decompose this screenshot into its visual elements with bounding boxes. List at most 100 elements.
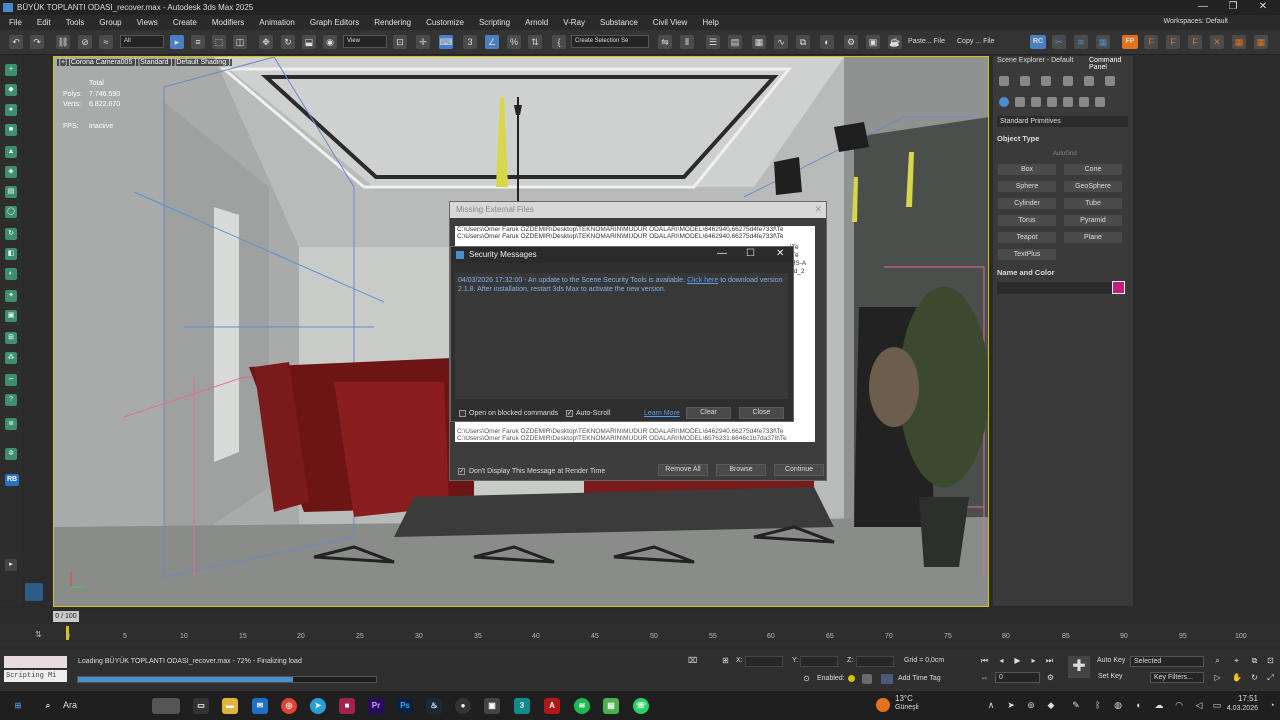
help-icon[interactable]: ?: [5, 394, 17, 406]
space-warp-icon[interactable]: ◈: [5, 166, 17, 178]
menu-substance[interactable]: Substance: [600, 18, 638, 27]
menu-create[interactable]: Create: [173, 18, 197, 27]
previous-frame-icon[interactable]: ◂: [997, 656, 1006, 665]
menu-scripting[interactable]: Scripting: [479, 18, 510, 27]
battery-icon[interactable]: ▭: [1211, 699, 1223, 711]
photoshop-icon[interactable]: Ps: [397, 698, 413, 714]
menu-file[interactable]: File: [9, 18, 22, 27]
weather-desc[interactable]: Güneşli: [895, 704, 919, 711]
github-icon[interactable]: ●: [455, 698, 471, 714]
systems-icon[interactable]: ▤: [5, 186, 17, 198]
missing-path-row[interactable]: C:\Users\Ömer Faruk ÖZDEMİR\Desktop\TEKN…: [455, 233, 815, 240]
selection-lock-icon[interactable]: ⊞: [721, 656, 730, 665]
motion-icon[interactable]: ↻: [5, 228, 17, 240]
premiere-icon[interactable]: Pr: [368, 698, 384, 714]
menu-arnold[interactable]: Arnold: [525, 18, 548, 27]
menu-graph-editors[interactable]: Graph Editors: [310, 18, 359, 27]
scatter-icon[interactable]: ⁂: [5, 352, 17, 364]
enabled-mode-icon[interactable]: [862, 674, 872, 684]
tray-chat-icon[interactable]: ◐: [1133, 699, 1145, 711]
current-frame-field[interactable]: 0: [995, 672, 1040, 683]
wifi-icon[interactable]: ◠: [1173, 699, 1185, 711]
move-icon[interactable]: ✥: [259, 35, 273, 49]
rb-button[interactable]: RB: [5, 474, 19, 486]
open-blocked-checkbox[interactable]: [459, 410, 466, 417]
bind-space-warp-icon[interactable]: ≈: [99, 35, 113, 49]
auto-key-button[interactable]: Auto Key: [1097, 657, 1125, 664]
tab-scene-explorer[interactable]: Scene Explorer - Default: [997, 57, 1073, 68]
file-explorer-icon[interactable]: ▬: [222, 698, 238, 714]
menu-modifiers[interactable]: Modifiers: [212, 18, 244, 27]
menu-vray[interactable]: V-Ray: [563, 18, 585, 27]
enabled-toggle[interactable]: [848, 675, 855, 682]
primitives-dropdown[interactable]: Standard Primitives: [997, 116, 1128, 127]
utilities-tab-icon[interactable]: [1105, 76, 1115, 86]
expand-arrow-icon[interactable]: ▸: [5, 559, 17, 571]
auto-scroll-checkbox[interactable]: ✓: [566, 410, 573, 417]
time-config-icon[interactable]: ⚙: [1046, 673, 1055, 682]
modify-tab-icon[interactable]: [1020, 76, 1030, 86]
align-icon[interactable]: ⫴: [680, 35, 694, 49]
autocad-icon[interactable]: A: [544, 698, 560, 714]
fov-icon[interactable]: ▷: [1213, 673, 1222, 682]
camera-icon[interactable]: ■: [5, 124, 17, 136]
search-label[interactable]: Ara: [63, 700, 77, 710]
menu-help[interactable]: Help: [702, 18, 718, 27]
task-view-icon[interactable]: ▭: [193, 698, 209, 714]
remove-all-button[interactable]: Remove All: [658, 464, 708, 476]
more-tools-icon[interactable]: ▦: [1254, 35, 1268, 49]
tab-command-panel[interactable]: Command Panel: [1089, 57, 1133, 71]
lights-icon[interactable]: [1031, 97, 1041, 107]
rc-button[interactable]: RC: [1030, 35, 1046, 49]
layers-icon[interactable]: ≣: [5, 418, 17, 430]
box-button[interactable]: Box: [997, 163, 1057, 176]
volume-icon[interactable]: ◁: [1193, 699, 1205, 711]
layer-explorer-icon[interactable]: ▤: [728, 35, 742, 49]
menu-rendering[interactable]: Rendering: [374, 18, 411, 27]
mirror-icon[interactable]: ⇋: [658, 35, 672, 49]
missing-path-row[interactable]: C:\Users\Ömer Faruk ÖZDEMİR\Desktop\TEKN…: [455, 428, 815, 435]
z-coord-field[interactable]: [856, 656, 894, 667]
helper-icon[interactable]: ▲: [5, 146, 17, 158]
render-setup-icon[interactable]: ⚙: [844, 35, 858, 49]
go-to-start-icon[interactable]: ⏮: [980, 656, 989, 665]
rect-selection-icon[interactable]: ⬚: [212, 35, 226, 49]
object-type-header[interactable]: Object Type: [997, 134, 1128, 143]
viewport-label[interactable]: [+] [Corona Camera005 ] [Standard ] [Def…: [57, 59, 233, 66]
maxscript-mini-listener[interactable]: Scripting Mi: [4, 670, 67, 682]
frame-slider[interactable]: 0 / 100: [53, 611, 79, 622]
viewport-layout-icon[interactable]: [25, 583, 43, 601]
clear-button[interactable]: Clear: [686, 407, 731, 419]
tray-send-icon[interactable]: ➤: [1005, 699, 1017, 711]
menu-tools[interactable]: Tools: [66, 18, 85, 27]
tray-steam-icon[interactable]: ◍: [1112, 699, 1124, 711]
set-key-button[interactable]: Set Key: [1098, 673, 1123, 680]
schematic-view-icon[interactable]: ⧉: [796, 35, 810, 49]
spotify-icon[interactable]: ≋: [574, 698, 590, 714]
copy-file-button[interactable]: Copy ... File: [957, 38, 994, 45]
modify-icon[interactable]: ◆: [5, 84, 17, 96]
object-color-swatch[interactable]: [1112, 281, 1125, 294]
select-manipulate-icon[interactable]: ✛: [416, 35, 430, 49]
textplus-button[interactable]: TextPlus: [997, 248, 1057, 261]
tube-button[interactable]: Tube: [1063, 197, 1123, 210]
zoom-all-icon[interactable]: ⌖: [1232, 656, 1241, 665]
display-tab-icon[interactable]: [1084, 76, 1094, 86]
autogrid-checkbox[interactable]: AutoGrid: [1053, 151, 1077, 157]
set-key-big-icon[interactable]: ✚: [1068, 656, 1090, 678]
angle-snap-icon[interactable]: ∠: [485, 35, 499, 49]
track-bar-toggle-icon[interactable]: ⇅: [35, 630, 42, 639]
space-warps-icon[interactable]: [1079, 97, 1089, 107]
next-frame-icon[interactable]: ▸: [1029, 656, 1038, 665]
grid-icon[interactable]: ▦: [1096, 35, 1110, 49]
helpers-icon[interactable]: [1063, 97, 1073, 107]
pivot-icon[interactable]: ⊡: [393, 35, 407, 49]
y-coord-field[interactable]: [800, 656, 838, 667]
clock-time[interactable]: 17:51: [1238, 694, 1258, 703]
chrome-icon[interactable]: ◎: [281, 698, 297, 714]
teapot-button[interactable]: Teapot: [997, 231, 1057, 244]
time-slider[interactable]: 0 / 100: [53, 611, 989, 622]
fp-button[interactable]: FP: [1122, 35, 1138, 49]
android-icon[interactable]: ▤: [603, 698, 619, 714]
go-to-end-icon[interactable]: ⏭: [1045, 656, 1054, 665]
